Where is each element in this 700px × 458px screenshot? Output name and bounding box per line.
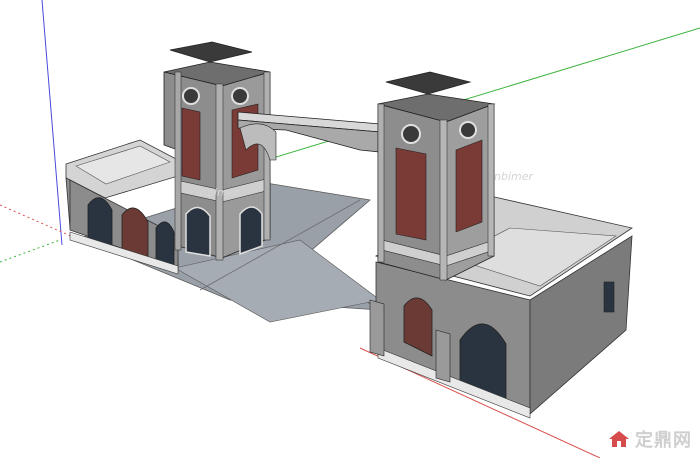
right-tower-window-circle-side xyxy=(459,121,477,139)
site-watermark: 定鼎网 xyxy=(607,426,692,452)
blue-axis-line xyxy=(41,0,63,246)
green-axis-dotted xyxy=(0,239,61,263)
model-canvas[interactable] xyxy=(0,0,700,458)
sketchup-viewport[interactable]: nbimer nbimer 定鼎网 xyxy=(0,0,700,458)
left-tower-cap xyxy=(169,41,253,63)
left-tower-brick-front xyxy=(181,107,201,181)
left-wing-arch-3 xyxy=(155,221,175,267)
right-tower-pilaster-2 xyxy=(439,119,448,281)
left-tower-window-circle-front xyxy=(182,87,200,105)
left-tower-pilaster-1 xyxy=(174,71,182,251)
faint-watermark-text-left: nbimer xyxy=(200,186,240,199)
right-tower-base-left xyxy=(369,299,385,357)
red-axis-dotted xyxy=(0,204,81,241)
right-tower-cap xyxy=(385,71,472,95)
right-tower-pilaster-1 xyxy=(377,103,385,263)
left-tower-arch-side xyxy=(239,206,263,256)
left-tower-window-circle-side xyxy=(231,87,249,105)
left-tower-pilaster-2 xyxy=(215,83,224,261)
faint-watermark-text: nbimer xyxy=(494,170,534,183)
right-wing-side-window xyxy=(603,281,615,313)
right-tower-brick-side xyxy=(455,139,483,233)
left-tower-arch-front xyxy=(185,206,211,257)
house-logo-icon xyxy=(609,431,629,447)
right-tower-brick-front xyxy=(395,147,427,241)
right-tower-window-circle-front xyxy=(401,124,421,144)
watermark-text: 定鼎网 xyxy=(635,430,692,451)
right-tower-base-right xyxy=(435,329,451,383)
